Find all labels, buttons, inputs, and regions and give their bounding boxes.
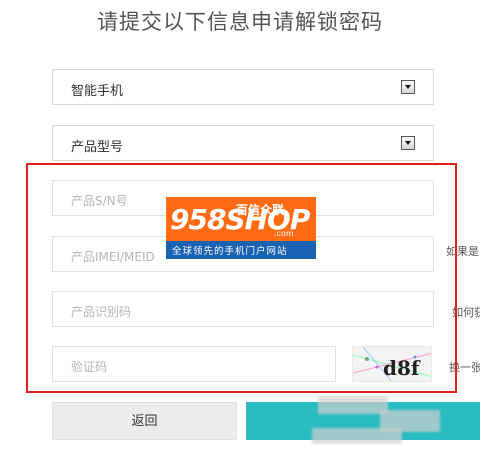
chevron-down-icon[interactable] — [401, 80, 415, 94]
back-button[interactable]: 返回 — [52, 402, 237, 440]
captcha-graphic: d8f — [353, 347, 431, 381]
imei-hint-link[interactable]: 如果是 — [446, 243, 479, 259]
logo-number-text: 958 — [170, 203, 226, 236]
identification-code-input[interactable]: 产品识别码 — [52, 291, 434, 327]
watermark-blur — [318, 396, 388, 414]
sn-placeholder: 产品S/N号 — [71, 194, 128, 208]
logo-com: .com — [274, 229, 294, 238]
captcha-input[interactable]: 验证码 — [52, 346, 336, 382]
imei-placeholder: 产品IMEI/MEID — [71, 250, 155, 264]
id-hint-link[interactable]: 如何获 — [452, 304, 480, 320]
watermark-logo: 958SHOP 百信众联 .com 全球领先的手机门户网站 — [166, 197, 316, 259]
device-type-value: 智能手机 — [71, 84, 124, 99]
chevron-down-icon[interactable] — [401, 136, 415, 150]
captcha-image[interactable]: d8f — [352, 346, 432, 382]
device-type-select[interactable]: 智能手机 — [52, 69, 434, 105]
watermark-blur — [312, 428, 402, 444]
product-model-value: 产品型号 — [71, 140, 124, 155]
captcha-placeholder: 验证码 — [71, 360, 108, 374]
captcha-text: d8f — [383, 356, 421, 380]
product-model-select[interactable]: 产品型号 — [52, 125, 434, 161]
captcha-refresh-link[interactable]: 换一张 — [449, 359, 480, 375]
logo-slogan: 全球领先的手机门户网站 — [172, 246, 288, 257]
identification-code-placeholder: 产品识别码 — [71, 305, 132, 319]
logo-brand: 百信众联 — [236, 203, 285, 217]
page-title: 请提交以下信息申请解锁密码 — [97, 10, 383, 34]
